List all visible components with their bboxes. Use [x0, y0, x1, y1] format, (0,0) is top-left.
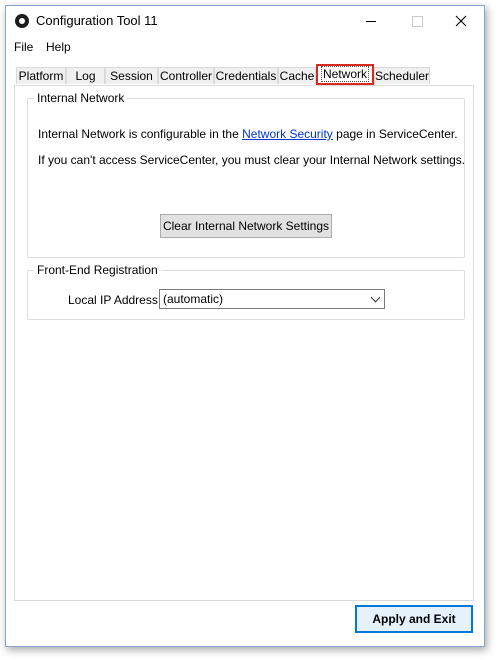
title-bar[interactable]: Configuration Tool 11: [6, 6, 484, 36]
tab-log[interactable]: Log: [66, 67, 105, 84]
local-ip-label: Local IP Address: [68, 293, 158, 307]
internal-network-group: Internal Network Internal Network is con…: [27, 91, 466, 258]
tab-strip: Platform Log Session Controller Credenti…: [6, 64, 484, 86]
tab-network[interactable]: Network: [316, 64, 374, 85]
internal-network-warning: If you can't access ServiceCenter, you m…: [38, 153, 466, 167]
tab-label: Credentials: [215, 69, 277, 83]
tab-platform[interactable]: Platform: [16, 67, 66, 84]
tab-label: Cache: [279, 69, 315, 83]
chevron-down-icon[interactable]: [370, 292, 381, 303]
maximize-icon: [411, 15, 423, 27]
configuration-tool-window: Configuration Tool 11 File Help Platform…: [5, 5, 485, 647]
tab-label: Session: [110, 69, 153, 83]
tab-cache[interactable]: Cache: [278, 67, 316, 84]
clear-internal-network-button[interactable]: Clear Internal Network Settings: [160, 214, 332, 238]
window-title: Configuration Tool 11: [36, 13, 158, 28]
internal-network-legend: Internal Network: [34, 91, 128, 105]
tab-label: Network: [320, 66, 369, 82]
frontend-registration-legend: Front-End Registration: [34, 263, 161, 277]
internal-network-info: Internal Network is configurable in the …: [38, 127, 458, 141]
app-logo-icon: [15, 14, 29, 28]
tab-label: Platform: [18, 69, 64, 83]
close-button[interactable]: [438, 6, 484, 36]
info-text: Internal Network is configurable in the: [38, 127, 243, 141]
tab-label: Scheduler: [375, 69, 430, 83]
network-security-link[interactable]: Network Security: [242, 127, 333, 141]
close-icon: [455, 15, 467, 27]
tab-session[interactable]: Session: [105, 67, 158, 84]
menu-file[interactable]: File: [14, 40, 33, 54]
frontend-registration-group: Front-End Registration Local IP Address …: [27, 263, 465, 320]
tab-controller[interactable]: Controller: [158, 67, 214, 84]
local-ip-select[interactable]: (automatic): [159, 289, 385, 309]
info-text-suffix: page in ServiceCenter.: [332, 127, 458, 141]
minimize-icon: [366, 20, 376, 22]
tab-label: Controller: [159, 69, 213, 83]
menu-help[interactable]: Help: [46, 40, 71, 54]
apply-and-exit-button[interactable]: Apply and Exit: [355, 605, 473, 633]
tab-credentials[interactable]: Credentials: [214, 67, 278, 84]
tab-scheduler[interactable]: Scheduler: [374, 67, 430, 84]
tab-label: Log: [75, 69, 96, 83]
maximize-button[interactable]: [394, 6, 440, 36]
local-ip-value: (automatic): [163, 292, 224, 306]
network-tab-panel: Internal Network Internal Network is con…: [14, 85, 474, 601]
minimize-button[interactable]: [348, 6, 394, 36]
